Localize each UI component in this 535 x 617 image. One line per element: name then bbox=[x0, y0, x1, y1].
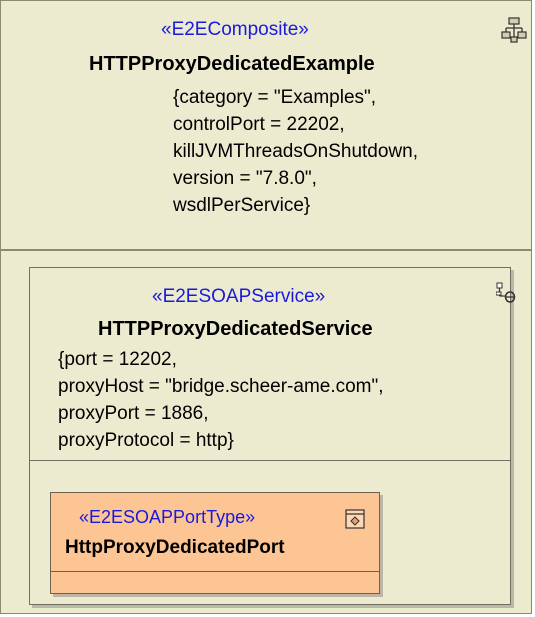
compartment-divider bbox=[51, 571, 379, 572]
composite-property: version = "7.8.0", bbox=[173, 168, 317, 189]
composite-structure-icon bbox=[501, 17, 527, 43]
soap-service-element[interactable]: «E2ESOAPService» HTTPProxyDedicatedServi… bbox=[29, 267, 516, 605]
composite-element[interactable]: «E2EComposite» HTTPProxyDedicatedExample… bbox=[0, 0, 532, 614]
service-component-icon bbox=[496, 282, 516, 303]
service-stereotype: «E2ESOAPService» bbox=[152, 286, 326, 307]
composite-stereotype: «E2EComposite» bbox=[161, 19, 309, 40]
service-properties: {port = 12202, proxyHost = "bridge.schee… bbox=[58, 346, 384, 454]
composite-property: {category = "Examples", bbox=[173, 87, 377, 108]
composite-property: killJVMThreadsOnShutdown, bbox=[173, 141, 418, 162]
port-type-icon bbox=[345, 509, 365, 529]
compartment-divider bbox=[1, 249, 531, 251]
composite-header: «E2EComposite» HTTPProxyDedicatedExample… bbox=[1, 1, 531, 247]
composite-name: HTTPProxyDedicatedExample bbox=[89, 53, 375, 75]
composite-property: controlPort = 22202, bbox=[173, 114, 345, 135]
service-property: proxyPort = 1886, bbox=[58, 403, 209, 424]
service-property: proxyProtocol = http} bbox=[58, 430, 234, 451]
port-name: HttpProxyDedicatedPort bbox=[65, 537, 285, 558]
service-property: proxyHost = "bridge.scheer-ame.com", bbox=[58, 376, 384, 397]
service-name: HTTPProxyDedicatedService bbox=[98, 318, 373, 340]
compartment-divider bbox=[30, 460, 510, 461]
composite-property: wsdlPerService} bbox=[173, 195, 311, 216]
soap-port-type-element[interactable]: «E2ESOAPPortType» HttpProxyDedicatedPort bbox=[50, 492, 380, 594]
port-stereotype: «E2ESOAPPortType» bbox=[79, 507, 256, 527]
service-property: {port = 12202, bbox=[58, 349, 177, 370]
composite-properties: {category = "Examples", controlPort = 22… bbox=[173, 84, 418, 219]
